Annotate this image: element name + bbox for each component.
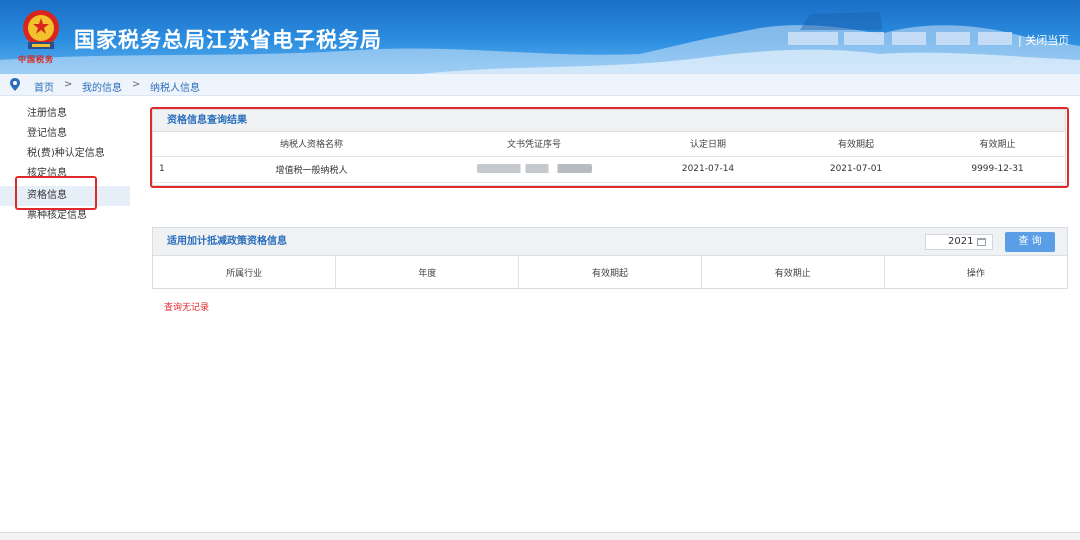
column-header-year: 年度	[335, 256, 520, 288]
qualification-table-header: 纳税人资格名称 文书凭证序号 认定日期 有效期起 有效期止	[153, 132, 1065, 157]
browser-status-bar	[0, 532, 1080, 540]
deduction-table-header: 所属行业 年度 有效期起 有效期止 操作	[153, 256, 1067, 288]
qualification-table: 纳税人资格名称 文书凭证序号 认定日期 有效期起 有效期止 1 增值税一般纳税人…	[153, 132, 1065, 183]
redacted-value	[476, 164, 592, 173]
column-header-qualification-name: 纳税人资格名称	[189, 132, 434, 157]
deduction-panel-title: 适用加计抵减政策资格信息 2021 查 询	[153, 228, 1067, 256]
tax-emblem-icon	[23, 10, 59, 49]
deduction-panel-title-text: 适用加计抵减政策资格信息	[167, 236, 287, 247]
highlight-box-qualification	[15, 176, 97, 210]
location-pin-icon	[10, 78, 20, 91]
column-header-valid-from: 有效期起	[518, 256, 702, 288]
table-row: 1 增值税一般纳税人 2021-07-14 2021-07-01 9999-12…	[153, 156, 1065, 183]
breadcrumb-separator: >	[64, 79, 73, 90]
sidebar-item-enrollment[interactable]: 登记信息	[0, 124, 130, 144]
query-button[interactable]: 查 询	[1005, 232, 1055, 252]
site-title: 国家税务总局江苏省电子税务局	[74, 28, 382, 52]
column-header-index	[153, 132, 189, 157]
column-header-recognition-date: 认定日期	[634, 132, 782, 157]
deduction-table: 所属行业 年度 有效期起 有效期止 操作	[153, 256, 1067, 288]
column-header-industry: 所属行业	[153, 256, 337, 288]
column-header-valid-from: 有效期起	[782, 132, 930, 157]
recognition-date: 2021-07-14	[634, 156, 782, 183]
breadcrumb-my-info[interactable]: 我的信息	[82, 79, 122, 94]
calendar-icon[interactable]	[977, 238, 986, 246]
empty-state-text: 查询无记录	[164, 303, 210, 313]
qualification-panel: 资格信息查询结果 纳税人资格名称 文书凭证序号 认定日期 有效期起 有效期止 1…	[152, 109, 1066, 186]
valid-from: 2021-07-01	[782, 156, 930, 183]
breadcrumb: 首页 > 我的信息 > 纳税人信息	[0, 74, 1080, 96]
sidebar: 注册信息 登记信息 税(费)种认定信息 核定信息 资格信息 票种核定信息	[0, 96, 130, 536]
column-header-document-number: 文书凭证序号	[434, 132, 634, 157]
row-index: 1	[153, 156, 189, 183]
sidebar-item-tax-type[interactable]: 税(费)种认定信息	[0, 144, 130, 164]
breadcrumb-home[interactable]: 首页	[34, 79, 54, 94]
site-header: 中国税务 国家税务总局江苏省电子税务局 | 关闭当页	[0, 0, 1080, 74]
sidebar-item-registration[interactable]: 注册信息	[0, 104, 130, 124]
breadcrumb-separator: >	[132, 79, 141, 90]
user-info-redacted	[788, 32, 1014, 45]
breadcrumb-taxpayer-info: 纳税人信息	[150, 83, 200, 94]
year-picker[interactable]: 2021	[925, 234, 993, 250]
close-page-link[interactable]: | 关闭当页	[1018, 32, 1069, 48]
year-value: 2021	[948, 236, 974, 247]
qualification-name: 增值税一般纳税人	[189, 156, 434, 183]
qualification-panel-title: 资格信息查询结果	[153, 110, 1065, 132]
column-header-valid-to: 有效期止	[701, 256, 885, 288]
deduction-panel: 适用加计抵减政策资格信息 2021 查 询 所属行业 年度 有效期起 有效期止 …	[152, 227, 1068, 289]
column-header-operation: 操作	[884, 256, 1067, 288]
emblem-caption: 中国税务	[18, 54, 54, 64]
document-number-redacted	[434, 156, 634, 183]
column-header-valid-to: 有效期止	[930, 132, 1065, 157]
valid-to: 9999-12-31	[930, 156, 1065, 183]
